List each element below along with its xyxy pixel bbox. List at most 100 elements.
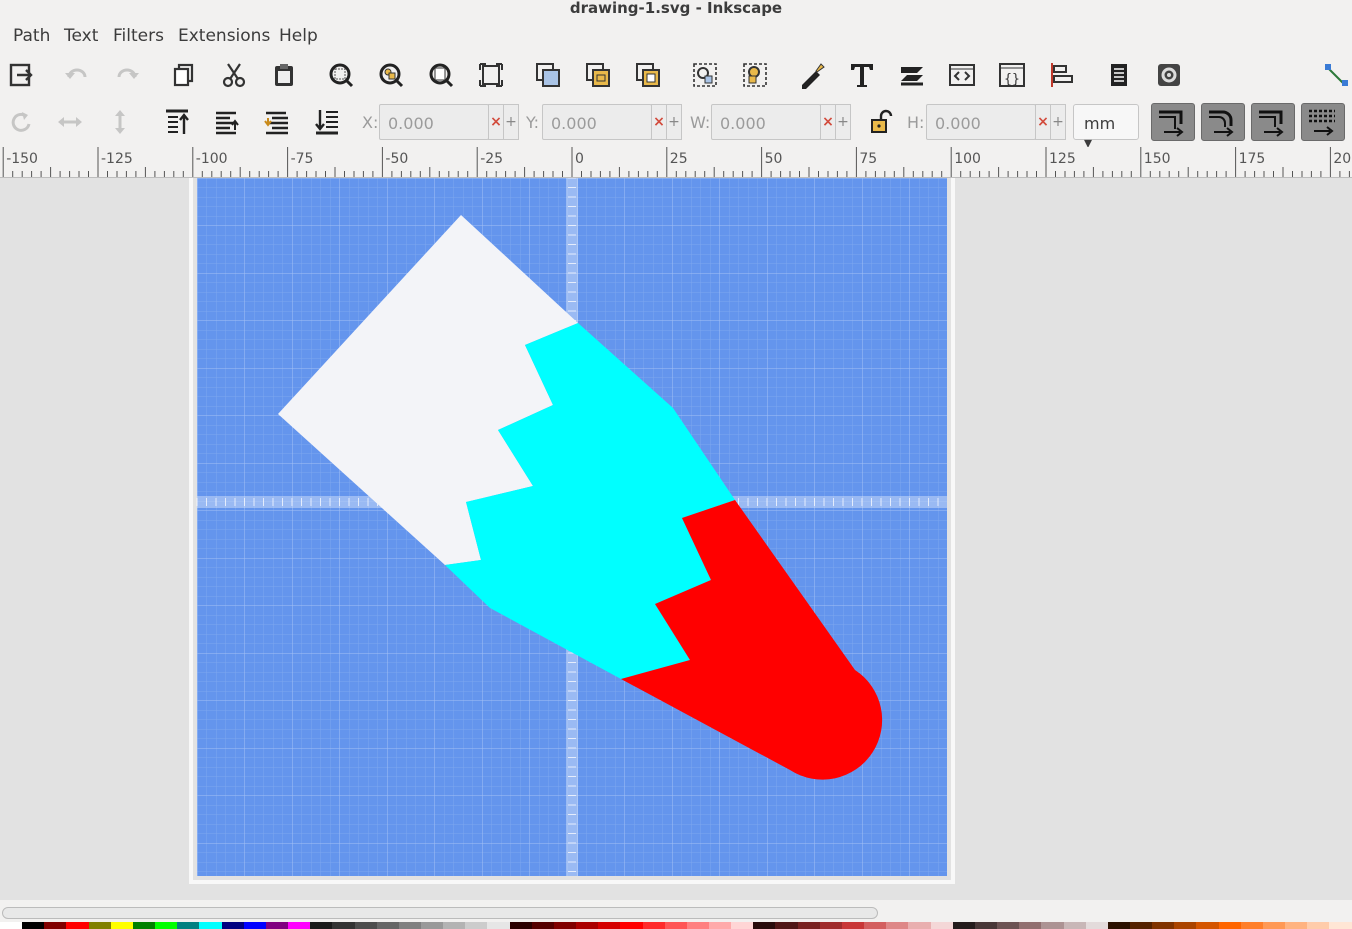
scale-stroke-button[interactable] — [1151, 103, 1195, 141]
palette-swatch[interactable] — [753, 922, 776, 929]
palette-swatch[interactable] — [1041, 922, 1064, 929]
palette-swatch[interactable] — [930, 922, 953, 929]
document-properties-icon[interactable] — [1103, 59, 1135, 91]
palette-swatch[interactable] — [88, 922, 111, 929]
palette-swatch[interactable] — [531, 922, 554, 929]
y-decrement-button[interactable]: × — [651, 104, 667, 140]
palette-swatch[interactable] — [44, 922, 67, 929]
rotate-90-icon[interactable] — [4, 106, 36, 138]
clone-icon[interactable] — [582, 59, 614, 91]
palette-swatch[interactable] — [132, 922, 156, 929]
unit-select[interactable]: mm ▾ — [1073, 104, 1139, 152]
copy-icon[interactable] — [168, 59, 200, 91]
menu-extensions[interactable]: Extensions — [178, 26, 270, 46]
palette-swatch[interactable] — [908, 922, 931, 929]
menu-text[interactable]: Text — [64, 26, 98, 46]
palette-swatch[interactable] — [709, 922, 732, 929]
palette-swatch[interactable] — [642, 922, 665, 929]
fullscreen-icon[interactable] — [475, 59, 507, 91]
palette-swatch[interactable] — [354, 922, 377, 929]
palette-swatch[interactable] — [1174, 922, 1197, 929]
move-gradients-button[interactable] — [1251, 103, 1295, 141]
align-distribute-icon[interactable] — [1046, 59, 1078, 91]
drawing-svg[interactable] — [0, 178, 1352, 900]
y-input[interactable]: 0.000 — [542, 104, 652, 140]
preferences-icon[interactable] — [1153, 59, 1185, 91]
palette-swatch[interactable] — [332, 922, 355, 929]
h-decrement-button[interactable]: × — [1035, 104, 1051, 140]
palette-swatch[interactable] — [620, 922, 643, 929]
snap-toggle-icon[interactable] — [1321, 59, 1352, 91]
palette-swatch[interactable] — [465, 922, 488, 929]
fill-stroke-icon[interactable] — [796, 59, 828, 91]
cut-icon[interactable] — [218, 59, 250, 91]
w-input[interactable]: 0.000 — [711, 104, 821, 140]
unlink-clone-icon[interactable] — [632, 59, 664, 91]
palette-swatch[interactable] — [1218, 922, 1241, 929]
text-tool-icon[interactable] — [846, 59, 878, 91]
palette-swatch[interactable] — [598, 922, 621, 929]
h-input[interactable]: 0.000 — [926, 104, 1036, 140]
w-increment-button[interactable]: + — [835, 104, 851, 140]
redo-icon[interactable] — [111, 59, 143, 91]
h-increment-button[interactable]: + — [1050, 104, 1066, 140]
lock-open-icon[interactable] — [864, 106, 896, 138]
w-decrement-button[interactable]: × — [820, 104, 836, 140]
palette-swatch[interactable] — [1019, 922, 1042, 929]
duplicate-icon[interactable] — [532, 59, 564, 91]
palette-swatch[interactable] — [819, 922, 842, 929]
palette-swatch[interactable] — [22, 922, 45, 929]
palette-swatch[interactable] — [376, 922, 399, 929]
palette-swatch[interactable] — [487, 922, 510, 929]
menu-help[interactable]: Help — [279, 26, 318, 46]
palette-swatch[interactable] — [553, 922, 577, 929]
palette-swatch[interactable] — [1196, 922, 1219, 929]
undo-icon[interactable] — [61, 59, 93, 91]
zoom-drawing-icon[interactable] — [375, 59, 407, 91]
palette-swatch[interactable] — [664, 922, 687, 929]
palette-swatch[interactable] — [886, 922, 909, 929]
palette-swatch[interactable] — [1240, 922, 1263, 929]
layers-icon[interactable] — [896, 59, 928, 91]
palette-swatch[interactable] — [420, 922, 444, 929]
palette-swatch[interactable] — [864, 922, 887, 929]
x-increment-button[interactable]: + — [503, 104, 519, 140]
palette-swatch[interactable] — [509, 922, 532, 929]
palette-swatch[interactable] — [1107, 922, 1130, 929]
scale-corners-button[interactable] — [1201, 103, 1245, 141]
export-icon[interactable] — [5, 59, 37, 91]
palette-swatch[interactable] — [398, 922, 421, 929]
color-palette[interactable] — [0, 922, 1352, 929]
palette-swatch[interactable] — [110, 922, 133, 929]
palette-swatch[interactable] — [841, 922, 865, 929]
palette-swatch[interactable] — [0, 922, 23, 929]
palette-swatch[interactable] — [243, 922, 266, 929]
zoom-selection-icon[interactable] — [325, 59, 357, 91]
palette-swatch[interactable] — [66, 922, 89, 929]
menu-filters[interactable]: Filters — [113, 26, 164, 46]
palette-swatch[interactable] — [731, 922, 754, 929]
zoom-page-icon[interactable] — [425, 59, 457, 91]
canvas[interactable] — [0, 178, 1352, 900]
palette-swatch[interactable] — [1285, 922, 1308, 929]
palette-swatch[interactable] — [1085, 922, 1108, 929]
palette-swatch[interactable] — [1152, 922, 1175, 929]
palette-swatch[interactable] — [288, 922, 311, 929]
x-decrement-button[interactable]: × — [488, 104, 504, 140]
palette-swatch[interactable] — [797, 922, 820, 929]
flip-horizontal-icon[interactable] — [54, 106, 86, 138]
lower-to-bottom-icon[interactable] — [311, 106, 343, 138]
raise-to-top-icon[interactable] — [161, 106, 193, 138]
palette-swatch[interactable] — [199, 922, 222, 929]
palette-swatch[interactable] — [952, 922, 975, 929]
palette-swatch[interactable] — [1262, 922, 1286, 929]
horizontal-ruler[interactable]: -150 -125 -100 -75 -50 -25 0 25 50 75 100 125 150 175… — [0, 147, 1352, 178]
palette-swatch[interactable] — [576, 922, 599, 929]
palette-swatch[interactable] — [265, 922, 289, 929]
palette-swatch[interactable] — [310, 922, 333, 929]
x-input[interactable]: 0.000 — [379, 104, 489, 140]
scrollbar-thumb[interactable] — [2, 907, 878, 919]
palette-swatch[interactable] — [1129, 922, 1153, 929]
palette-swatch[interactable] — [155, 922, 178, 929]
lower-icon[interactable] — [261, 106, 293, 138]
